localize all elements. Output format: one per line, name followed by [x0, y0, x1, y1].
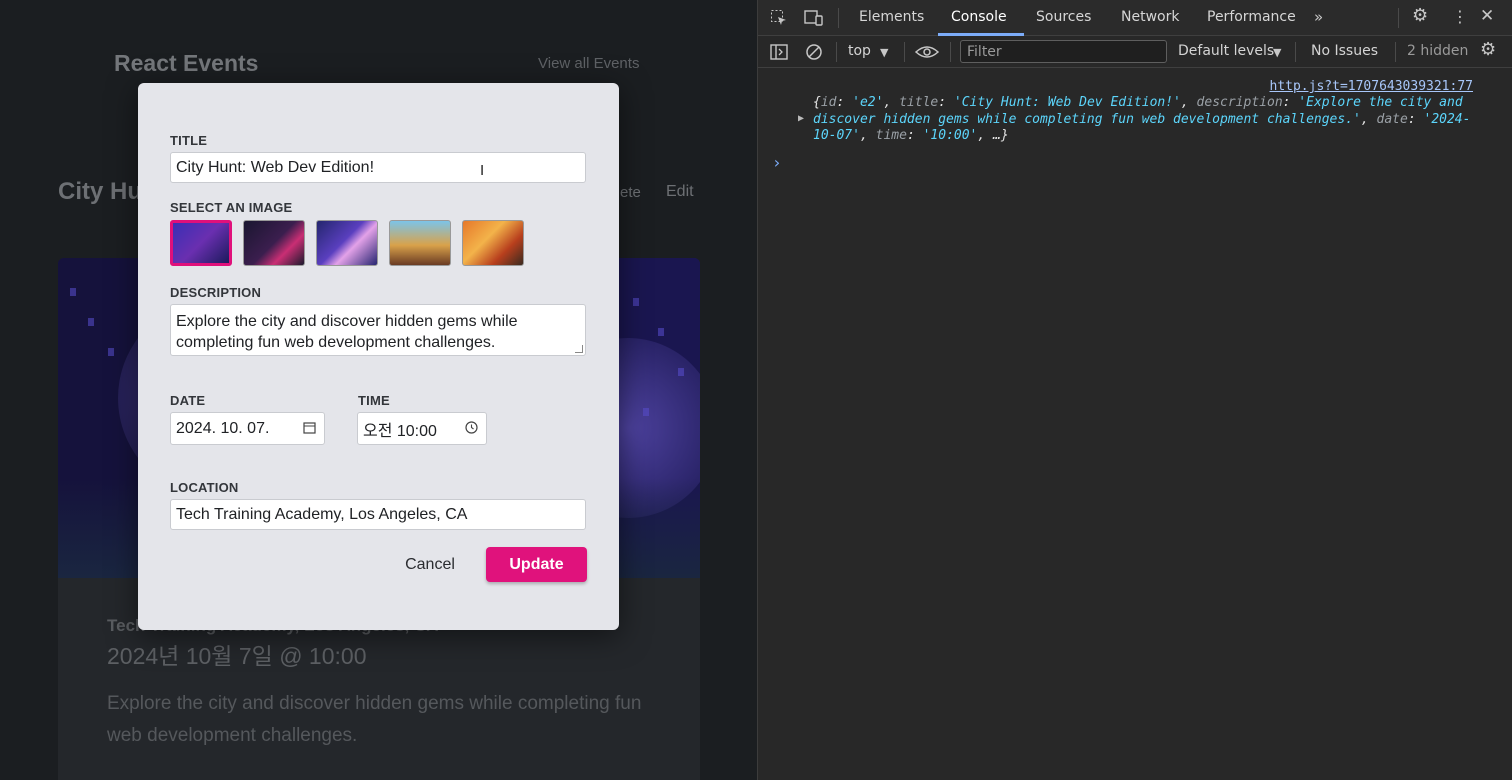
- description-text: Explore the city and discover hidden gem…: [176, 313, 518, 351]
- hidden-count: 2 hidden: [1407, 43, 1469, 59]
- delete-button[interactable]: ete: [620, 184, 641, 201]
- devtools-tabbar: Elements Console Sources Network Perform…: [758, 0, 1512, 36]
- inspect-element-icon[interactable]: [770, 9, 788, 27]
- devtools-panel: Elements Console Sources Network Perform…: [757, 0, 1512, 780]
- image-option-neon-city-street[interactable]: [170, 220, 232, 266]
- resize-handle-icon[interactable]: [575, 345, 583, 353]
- event-title: City Hu: [58, 178, 142, 205]
- settings-gear-icon[interactable]: ⚙: [1412, 7, 1428, 25]
- tab-sources[interactable]: Sources: [1036, 9, 1091, 25]
- image-option-autumn-city-skyline[interactable]: [389, 220, 451, 266]
- time-value: 오전 10:00: [363, 422, 437, 440]
- brand-title[interactable]: React Events: [114, 50, 258, 77]
- image-picker: [170, 220, 524, 266]
- live-expression-eye-icon[interactable]: [915, 44, 939, 60]
- clock-icon[interactable]: [465, 421, 478, 434]
- source-link[interactable]: http.js?t=1707643039321:77: [1270, 79, 1474, 94]
- tab-network[interactable]: Network: [1121, 9, 1179, 25]
- description-label: DESCRIPTION: [170, 285, 262, 300]
- device-toolbar-icon[interactable]: [804, 9, 824, 27]
- console-toolbar: top ▼ Filter Default levels ▼ No Issues …: [758, 36, 1512, 68]
- event-description: Explore the city and discover hidden gem…: [107, 693, 642, 746]
- location-input[interactable]: Tech Training Academy, Los Angeles, CA: [170, 499, 586, 530]
- time-label: TIME: [358, 393, 390, 408]
- date-value: 2024. 10. 07.: [176, 419, 270, 437]
- issues-counter[interactable]: No Issues: [1311, 43, 1378, 59]
- filter-input[interactable]: Filter: [960, 40, 1167, 63]
- description-textarea[interactable]: Explore the city and discover hidden gem…: [170, 304, 586, 356]
- calendar-icon[interactable]: [303, 421, 316, 434]
- update-button[interactable]: Update: [486, 547, 587, 582]
- close-icon[interactable]: ✕: [1480, 8, 1494, 25]
- kebab-menu-icon[interactable]: ⋮: [1452, 9, 1468, 25]
- console-settings-gear-icon[interactable]: ⚙: [1480, 41, 1496, 59]
- view-all-events-link[interactable]: View all Events: [538, 55, 639, 72]
- more-tabs-icon[interactable]: »: [1314, 9, 1323, 25]
- date-input[interactable]: 2024. 10. 07.: [170, 412, 325, 445]
- image-label: SELECT AN IMAGE: [170, 200, 293, 215]
- tab-elements[interactable]: Elements: [859, 9, 924, 25]
- console-log-object[interactable]: {id: 'e2', title: 'City Hunt: Web Dev Ed…: [813, 95, 1473, 145]
- levels-chevron-down-icon[interactable]: ▼: [1273, 45, 1281, 61]
- title-label: TITLE: [170, 133, 208, 148]
- title-input[interactable]: City Hunt: Web Dev Edition!: [170, 152, 586, 183]
- edit-event-modal: TITLE City Hunt: Web Dev Edition! I SELE…: [138, 83, 619, 630]
- log-levels-dropdown[interactable]: Default levels: [1178, 43, 1274, 59]
- image-option-women-at-cafe[interactable]: [462, 220, 524, 266]
- text-cursor-icon: I: [480, 162, 485, 179]
- context-selector[interactable]: top: [848, 43, 871, 59]
- event-datetime: 2024년 10월 7일 @ 10:00: [107, 643, 367, 669]
- tab-console[interactable]: Console: [951, 9, 1007, 25]
- image-option-neon-laptop-desk[interactable]: [243, 220, 305, 266]
- clear-console-icon[interactable]: [805, 43, 823, 61]
- location-label: LOCATION: [170, 480, 239, 495]
- tab-performance[interactable]: Performance: [1207, 9, 1296, 25]
- console-prompt-icon[interactable]: ›: [772, 153, 782, 172]
- date-label: DATE: [170, 393, 206, 408]
- console-output: http.js?t=1707643039321:77 ▶ {id: 'e2', …: [758, 69, 1512, 780]
- sidebar-toggle-icon[interactable]: [770, 43, 788, 61]
- expand-object-icon[interactable]: ▶: [798, 113, 804, 124]
- cancel-button[interactable]: Cancel: [400, 556, 460, 576]
- chevron-down-icon[interactable]: ▼: [880, 45, 888, 61]
- edit-button[interactable]: Edit: [666, 183, 694, 201]
- time-input[interactable]: 오전 10:00: [357, 412, 487, 445]
- image-option-purple-event-crowd[interactable]: [316, 220, 378, 266]
